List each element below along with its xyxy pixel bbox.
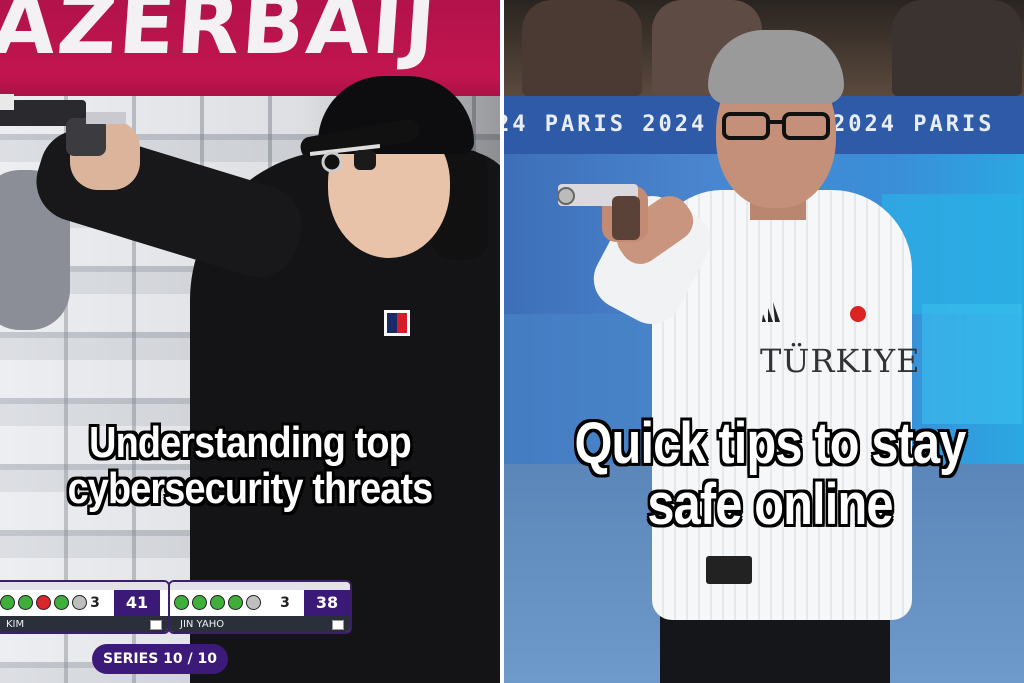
shot-miss-icon (36, 595, 51, 610)
total-score: 38 (304, 590, 350, 616)
left-photo-panel: AZERBAIJ 3 41 KIM 3 38 JIN YAHO SERIES 1… (0, 0, 502, 683)
caption-left: Understanding top cybersecurity threats (44, 418, 457, 514)
eyeglasses-icon (722, 112, 830, 140)
series-value: 10 / 10 (163, 651, 217, 667)
caption-right: Quick tips to stay safe online (560, 411, 980, 537)
shirt-text: TÜRKIYE (760, 342, 921, 380)
spectator (522, 0, 642, 96)
air-pistol-icon (0, 94, 126, 156)
shot-indicators (0, 595, 87, 610)
air-pistol-icon (558, 184, 640, 240)
venue-text-left: 24 PARIS 2024 (502, 112, 708, 137)
shooting-glasses-icon (310, 144, 380, 173)
shot-hit-icon (0, 595, 15, 610)
scoreboard-player-2: 3 38 JIN YAHO (168, 580, 352, 634)
caption-right-line-2: safe online (647, 471, 893, 537)
shot-hit-icon (192, 595, 207, 610)
athlete-badge (706, 556, 752, 584)
caption-left-line-1: Understanding top (89, 418, 412, 467)
player-name: JIN YAHO (180, 619, 225, 630)
target-icon (246, 595, 261, 610)
shot-hit-icon (18, 595, 33, 610)
panel-divider (500, 0, 504, 683)
shot-hit-icon (228, 595, 243, 610)
shot-indicators (174, 595, 261, 610)
banner-text: AZERBAIJ (0, 0, 441, 73)
right-photo-panel: 24 PARIS 2024 2024 PARIS TÜRKIYE (502, 0, 1024, 683)
series-label: SERIES (103, 651, 159, 667)
scoreboard-player-1: 3 41 KIM (0, 580, 170, 634)
turkey-flag-icon (850, 306, 866, 322)
total-score: 41 (114, 590, 160, 616)
player-name: KIM (6, 619, 25, 630)
flag-icon (332, 620, 344, 630)
shot-hit-icon (210, 595, 225, 610)
fila-logo-icon (384, 310, 410, 336)
series-indicator: SERIES 10 / 10 (92, 644, 228, 674)
adidas-logo-icon (762, 302, 780, 322)
shot-hit-icon (174, 595, 189, 610)
scoreboard: 3 41 KIM 3 38 JIN YAHO (0, 580, 352, 634)
venue-text-right: 2024 PARIS (832, 112, 995, 137)
spectator (892, 0, 1022, 96)
caption-left-line-2: cybersecurity threats (67, 464, 434, 514)
flag-icon (150, 620, 162, 630)
shot-hit-icon (54, 595, 69, 610)
series-score: 3 (90, 595, 100, 611)
series-score: 3 (280, 595, 290, 611)
caption-right-line-1: Quick tips to stay (574, 411, 967, 476)
